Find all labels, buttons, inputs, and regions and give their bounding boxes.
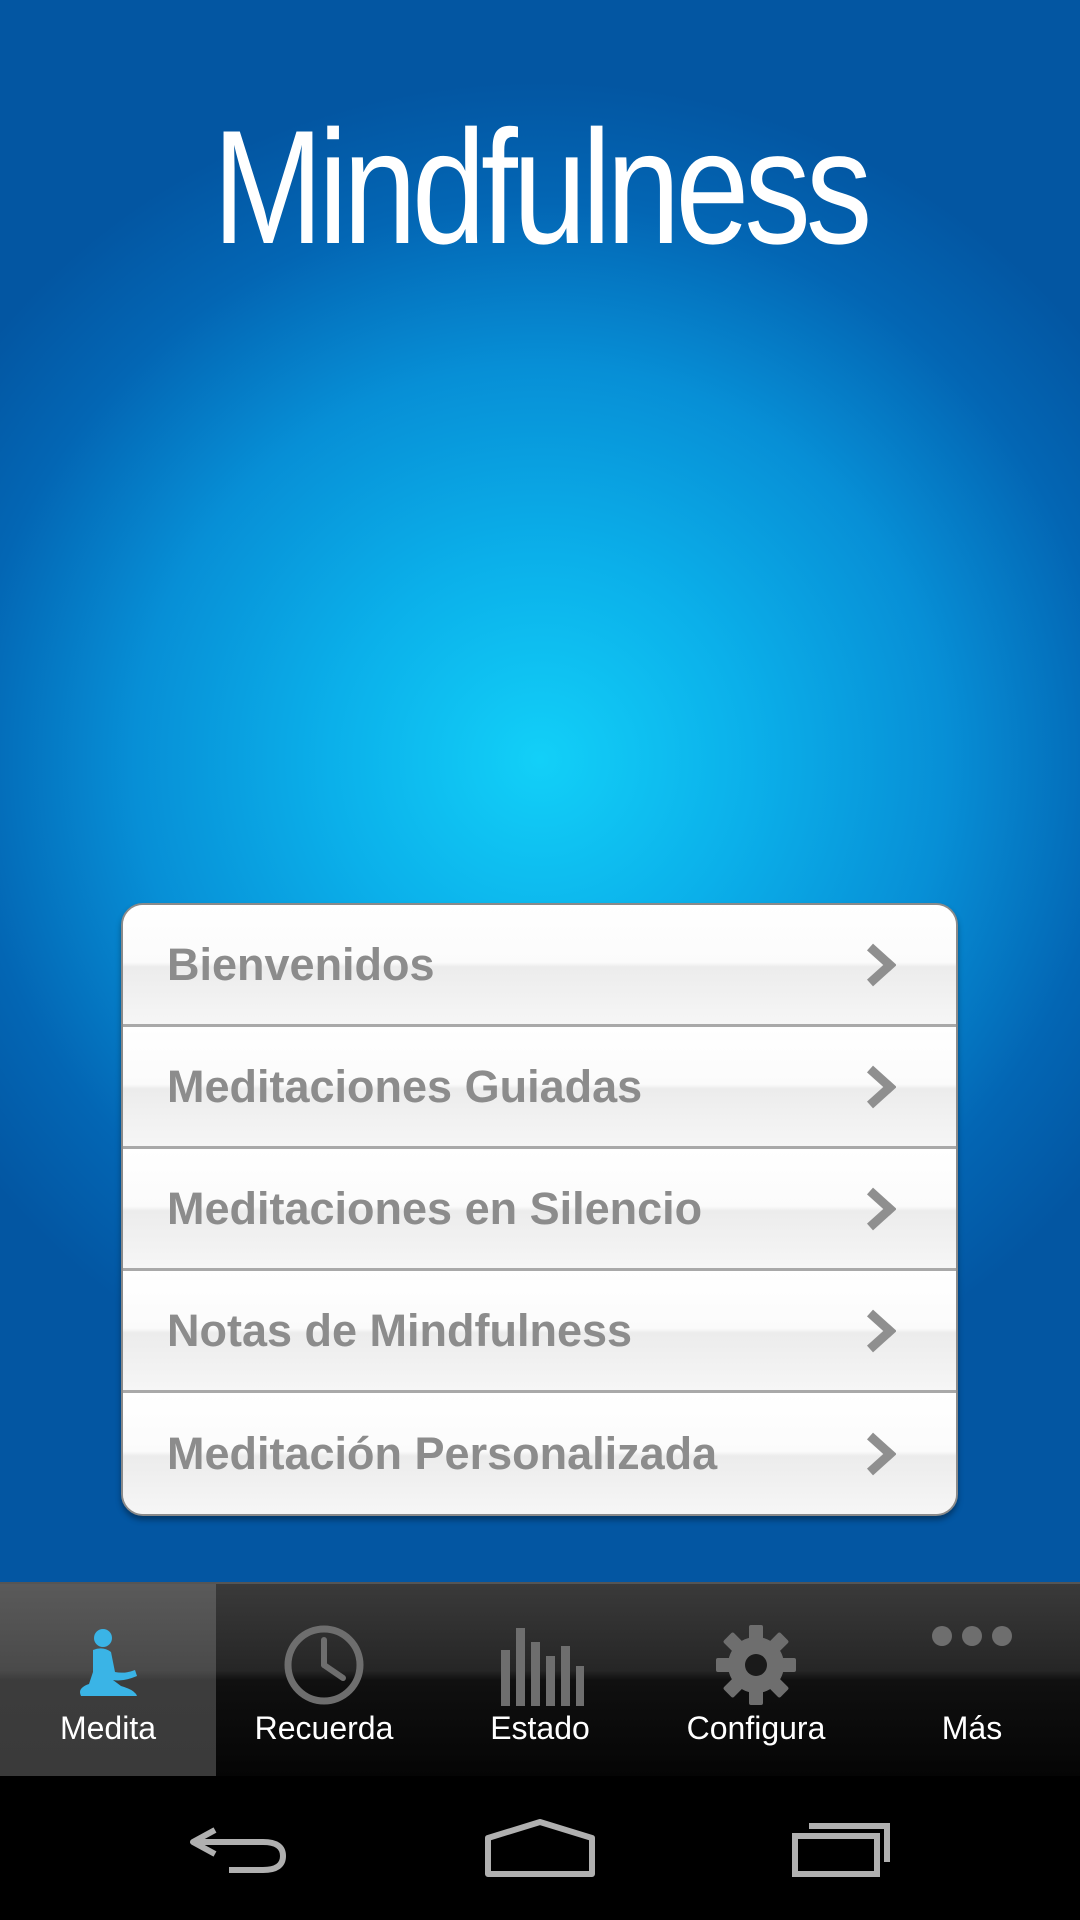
tab-estado[interactable]: Estado: [432, 1584, 648, 1776]
more-dots-icon: [932, 1626, 1012, 1646]
menu-item-label: Meditación Personalizada: [167, 1427, 718, 1479]
recent-apps-button[interactable]: [742, 1776, 942, 1920]
clock-icon: [284, 1625, 364, 1705]
tab-recuerda[interactable]: Recuerda: [216, 1584, 432, 1776]
home-icon: [485, 1819, 595, 1877]
menu-item-label: Meditaciones Guiadas: [167, 1060, 643, 1112]
tab-configura[interactable]: Configura: [648, 1584, 864, 1776]
gear-icon: [716, 1625, 796, 1705]
menu-item-label: Notas de Mindfulness: [167, 1304, 633, 1356]
tab-label: Configura: [686, 1710, 826, 1746]
bars-icon: [501, 1628, 584, 1706]
chevron-right-icon: [866, 1065, 896, 1108]
menu-item-label: Meditaciones en Silencio: [167, 1182, 703, 1234]
chevron-right-icon: [866, 1432, 896, 1475]
menu-item-meditaciones-guiadas[interactable]: Meditaciones Guiadas: [123, 1027, 956, 1149]
back-icon: [190, 1827, 287, 1873]
menu-item-bienvenidos[interactable]: Bienvenidos: [123, 905, 956, 1027]
meditation-icon: [80, 1629, 137, 1696]
menu-item-label: Bienvenidos: [167, 938, 435, 990]
chevron-right-icon: [866, 943, 896, 986]
tab-label: Estado: [490, 1710, 590, 1746]
menu-item-personalizada[interactable]: Meditación Personalizada: [123, 1393, 956, 1514]
main-screen: Mindfulness Bienvenidos Meditaciones Gui…: [0, 0, 1080, 1582]
home-button[interactable]: [440, 1776, 640, 1920]
chevron-right-icon: [866, 1309, 896, 1352]
tab-mas[interactable]: Más: [864, 1584, 1080, 1776]
tab-label: Medita: [59, 1710, 157, 1746]
tab-bar: Medita Recuerda Estado Configura Más: [0, 1582, 1080, 1776]
chevron-right-icon: [866, 1187, 896, 1230]
menu-item-meditaciones-silencio[interactable]: Meditaciones en Silencio: [123, 1149, 956, 1271]
back-button[interactable]: [140, 1776, 340, 1920]
recent-apps-icon: [792, 1823, 890, 1877]
app-title: Mindfulness: [212, 97, 873, 278]
menu-item-notas[interactable]: Notas de Mindfulness: [123, 1271, 956, 1393]
main-menu: Bienvenidos Meditaciones Guiadas Meditac…: [121, 903, 958, 1516]
tab-label: Recuerda: [254, 1710, 394, 1746]
tab-medita[interactable]: Medita: [0, 1584, 216, 1776]
tab-label: Más: [941, 1710, 1003, 1746]
system-nav-bar: [0, 1776, 1080, 1920]
